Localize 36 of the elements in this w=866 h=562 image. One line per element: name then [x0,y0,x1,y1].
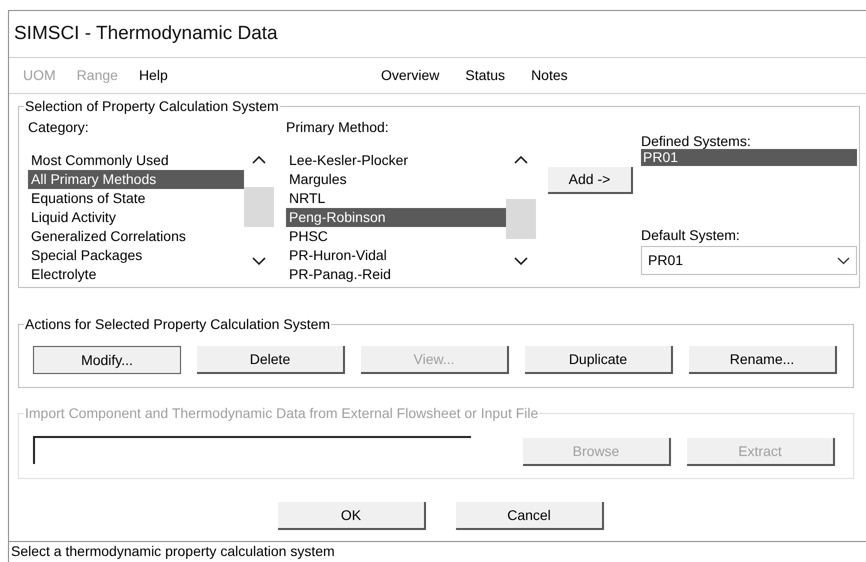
menu-item[interactable]: Notes [531,65,568,86]
menu-item[interactable]: Status [465,65,506,86]
list-item[interactable]: Peng-Robinson [286,208,506,227]
list-item[interactable]: PR01 [641,149,857,166]
list-item[interactable]: All Primary Methods [28,170,244,189]
chevron-down-icon [837,256,850,264]
push-button[interactable]: Delete [197,346,345,374]
list-item[interactable]: Electrolyte [28,265,244,284]
list-item[interactable]: Generalized Correlations [28,227,244,246]
push-button[interactable]: Rename... [689,346,837,374]
push-button[interactable]: OK [278,502,426,530]
field-label: Default System: [641,226,741,245]
push-button[interactable]: Duplicate [525,346,673,374]
scrollbar-thumb[interactable] [244,187,274,227]
list-item[interactable]: Margules [286,170,506,189]
push-button[interactable]: Modify... [33,346,181,374]
list-item[interactable]: PR-Panag.-Reid [286,265,506,284]
list-item[interactable]: PR-Huron-Vidal [286,246,506,265]
list-item[interactable]: Liquid Activity [28,208,244,227]
add-button[interactable]: Add -> [548,167,633,194]
field-label: Defined Systems: [641,132,752,149]
menu-item[interactable]: Help [138,65,168,86]
window-title: SIMSCI - Thermodynamic Data [14,22,278,46]
list-item[interactable]: Equations of State [28,189,244,208]
default-system-dropdown[interactable]: PR01 [641,246,857,275]
field-label: Primary Method: [286,118,390,137]
list-item[interactable]: Lee-Kesler-Plocker [286,151,506,170]
scrollbar-thumb[interactable] [506,199,536,239]
field-label: Category: [28,118,90,137]
menu-item[interactable]: Overview [381,65,440,86]
status-text: Select a thermodynamic property calculation system [10,542,335,561]
list-item[interactable]: PHSC [286,227,506,246]
list-item[interactable]: Most Commonly Used [28,151,244,170]
list-item[interactable]: Special Packages [28,246,244,265]
list-item[interactable]: NRTL [286,189,506,208]
push-button[interactable]: Cancel [456,502,604,530]
